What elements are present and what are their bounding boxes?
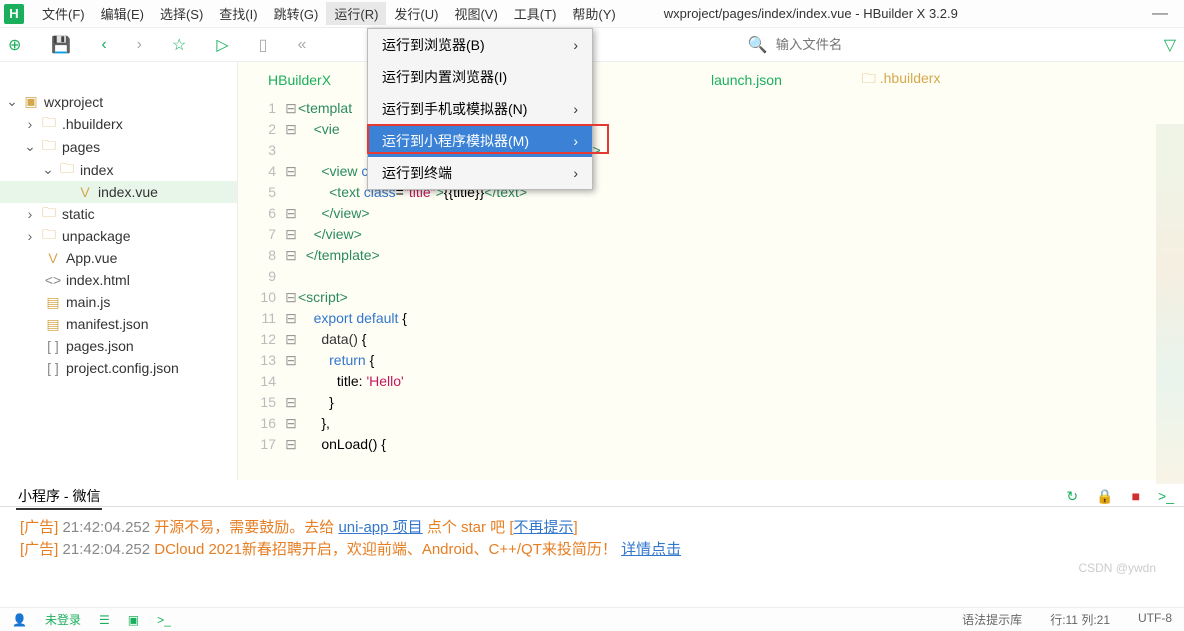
- menu-edit[interactable]: 编辑(E): [93, 2, 152, 25]
- status-icon3[interactable]: >_: [157, 613, 171, 627]
- forward-icon[interactable]: ›: [137, 36, 142, 54]
- tree-appvue[interactable]: VApp.vue: [0, 247, 237, 269]
- dd-run-miniprogram[interactable]: 运行到小程序模拟器(M)›: [368, 125, 592, 157]
- filter-icon[interactable]: ▽: [1164, 35, 1176, 55]
- syntax-lib[interactable]: 语法提示库: [962, 611, 1022, 628]
- file-tree: ⌄▣wxproject ›🗀.hbuilderx ⌄🗀pages ⌄🗀index…: [0, 62, 238, 480]
- tree-static[interactable]: ›🗀static: [0, 203, 237, 225]
- detail-link[interactable]: 详情点击: [621, 541, 681, 558]
- tree-hbuilderx[interactable]: ›🗀.hbuilderx: [0, 113, 237, 135]
- menubar: H 文件(F) 编辑(E) 选择(S) 查找(I) 跳转(G) 运行(R) 发行…: [0, 0, 1184, 28]
- tree-indexhtml[interactable]: <>index.html: [0, 269, 237, 291]
- menu-tools[interactable]: 工具(T): [506, 2, 565, 25]
- console-toolbar: ↻ 🔒 ■ >_: [1066, 488, 1174, 505]
- tree-manifest[interactable]: ▤manifest.json: [0, 313, 237, 335]
- menu-view[interactable]: 视图(V): [446, 2, 505, 25]
- phone-icon[interactable]: ▯: [259, 35, 268, 55]
- dismiss-link[interactable]: 不再提示: [514, 519, 574, 536]
- window-title: wxproject/pages/index/index.vue - HBuild…: [664, 6, 958, 21]
- menu-goto[interactable]: 跳转(G): [266, 2, 327, 25]
- tree-pagesjson[interactable]: [ ]pages.json: [0, 335, 237, 357]
- console-tab[interactable]: 小程序 - 微信: [0, 480, 1184, 506]
- menu-help[interactable]: 帮助(Y): [564, 2, 623, 25]
- run-dropdown: 运行到浏览器(B)› 运行到内置浏览器(I) 运行到手机或模拟器(N)› 运行到…: [367, 28, 593, 190]
- dd-run-terminal[interactable]: 运行到终端›: [368, 157, 592, 189]
- menu-release[interactable]: 发行(U): [386, 2, 446, 25]
- menu-file[interactable]: 文件(F): [34, 2, 93, 25]
- user-icon[interactable]: 👤: [12, 613, 27, 627]
- app-logo: H: [4, 4, 24, 24]
- console-stop-icon[interactable]: ■: [1132, 488, 1140, 505]
- tree-projconf[interactable]: [ ]project.config.json: [0, 357, 237, 379]
- console: [广告] 21:42:04.252 开源不易，需要鼓励。去给 uni-app 项…: [0, 506, 1184, 571]
- search-area: 🔍 ▽: [748, 35, 1176, 55]
- status-icon1[interactable]: ☰: [99, 613, 110, 627]
- tab-launchjson[interactable]: launch.json: [711, 72, 782, 88]
- minimize-button[interactable]: —: [1140, 5, 1180, 23]
- menu-select[interactable]: 选择(S): [152, 2, 211, 25]
- more-icon[interactable]: «: [297, 36, 306, 54]
- console-line: [广告] 21:42:04.252 开源不易，需要鼓励。去给 uni-app 项…: [20, 517, 1164, 539]
- dd-run-builtin[interactable]: 运行到内置浏览器(I): [368, 61, 592, 93]
- menu-find[interactable]: 查找(I): [211, 2, 265, 25]
- tab-hbuilderx-folder[interactable]: 🗀 .hbuilderx: [862, 68, 941, 92]
- star-icon[interactable]: ☆: [172, 35, 186, 55]
- tree-root[interactable]: ⌄▣wxproject: [0, 90, 237, 113]
- tree-unpackage[interactable]: ›🗀unpackage: [0, 225, 237, 247]
- console-refresh-icon[interactable]: ↻: [1066, 488, 1078, 505]
- cursor-pos: 行:11 列:21: [1050, 611, 1110, 628]
- search-icon[interactable]: 🔍: [748, 35, 768, 55]
- encoding[interactable]: UTF-8: [1138, 611, 1172, 628]
- tree-indexvue[interactable]: Vindex.vue: [0, 181, 237, 203]
- console-line: [广告] 21:42:04.252 DCloud 2021新春招聘开启，欢迎前端…: [20, 539, 1164, 561]
- new-file-icon[interactable]: ⊕: [8, 35, 21, 55]
- dd-run-browser[interactable]: 运行到浏览器(B)›: [368, 29, 592, 61]
- back-icon[interactable]: ‹: [101, 36, 106, 54]
- uniapp-link[interactable]: uni-app 项目: [338, 519, 422, 536]
- console-terminal-icon[interactable]: >_: [1158, 488, 1174, 505]
- dd-run-phone[interactable]: 运行到手机或模拟器(N)›: [368, 93, 592, 125]
- console-lock-icon[interactable]: 🔒: [1096, 488, 1113, 505]
- tree-mainjs[interactable]: ▤main.js: [0, 291, 237, 313]
- search-input[interactable]: [776, 37, 896, 52]
- save-icon[interactable]: 💾: [51, 35, 71, 55]
- minimap[interactable]: [1156, 124, 1184, 484]
- status-icon2[interactable]: ▣: [128, 613, 139, 627]
- run-icon[interactable]: ▷: [216, 35, 228, 55]
- statusbar: 👤 未登录 ☰ ▣ >_ 语法提示库 行:11 列:21 UTF-8: [0, 607, 1184, 631]
- login-status[interactable]: 未登录: [45, 611, 81, 628]
- tree-index[interactable]: ⌄🗀index: [0, 158, 237, 181]
- tree-pages[interactable]: ⌄🗀pages: [0, 135, 237, 158]
- tab-hbuilderx[interactable]: HBuilderX: [268, 72, 331, 88]
- watermark: CSDN @ywdn: [1078, 561, 1156, 575]
- menu-run[interactable]: 运行(R): [326, 2, 386, 25]
